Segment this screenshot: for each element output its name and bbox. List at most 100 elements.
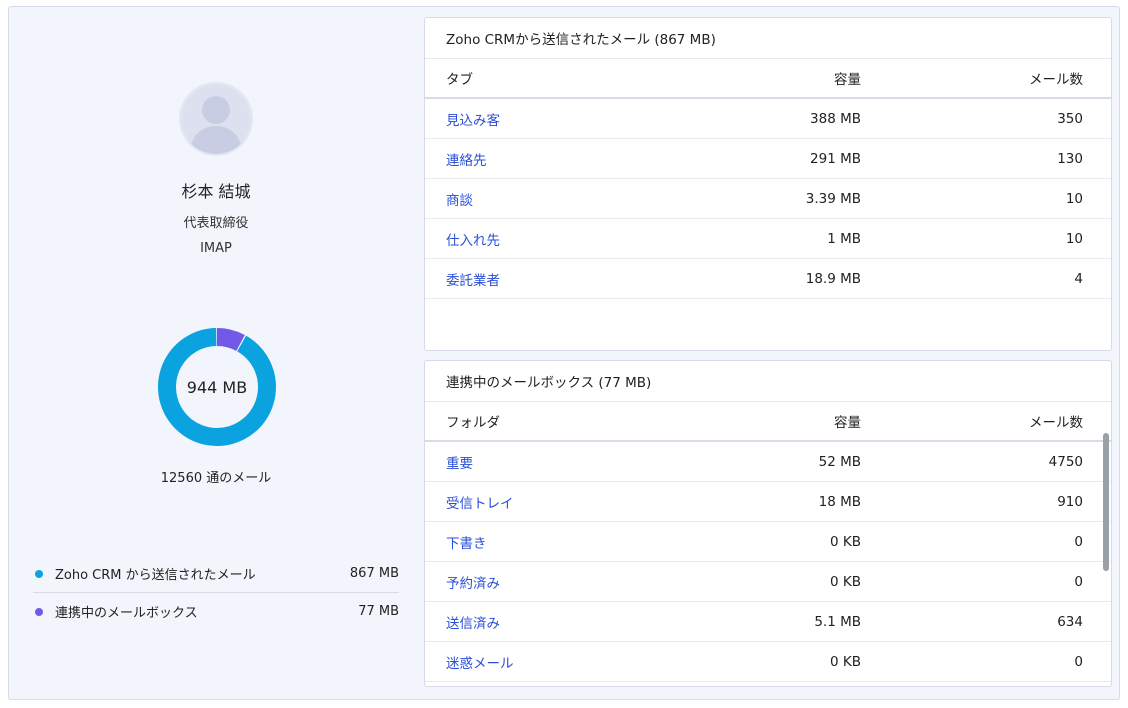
row-size: 291 MB	[810, 150, 861, 167]
user-summary: 杉本 結城 代表取締役 IMAP 944 MB 12560 通のメール Zoho…	[9, 7, 423, 701]
row-size-cell: 291 MB	[725, 151, 861, 167]
row-count-cell: 4	[861, 271, 1083, 287]
table-row: 迷惑メール 0 KB 0	[425, 642, 1111, 682]
legend-item-crm: Zoho CRM から送信されたメール 867 MB	[33, 555, 399, 592]
row-name-cell: 迷惑メール	[425, 652, 725, 672]
scrollbar[interactable]	[1103, 433, 1109, 571]
row-name-link[interactable]: 迷惑メール	[446, 656, 514, 672]
row-count-cell: 10	[861, 231, 1083, 247]
storage-legend: Zoho CRM から送信されたメール 867 MB 連携中のメールボックス 7…	[33, 555, 399, 630]
row-name-link[interactable]: 連絡先	[446, 153, 487, 169]
row-count: 10	[1065, 190, 1083, 207]
row-name-cell: 重要	[425, 452, 725, 472]
legend-value: 77 MB	[358, 604, 399, 619]
row-size-cell: 0 KB	[725, 654, 861, 670]
row-name-link[interactable]: 仕入れ先	[446, 233, 500, 249]
row-name-link[interactable]: 商談	[446, 193, 473, 209]
legend-label: 連携中のメールボックス	[55, 606, 198, 621]
row-name-link[interactable]: 送信済み	[446, 616, 500, 632]
row-name-cell: 見込み客	[425, 109, 725, 129]
crm-mail-title: Zoho CRMから送信されたメール (867 MB)	[425, 18, 1111, 59]
table-row: 連絡先 291 MB 130	[425, 139, 1111, 179]
row-size-cell: 1 MB	[725, 231, 861, 247]
mailbox-title: 連携中のメールボックス (77 MB)	[425, 361, 1111, 402]
table-row: 下書き 0 KB 0	[425, 522, 1111, 562]
row-name-cell: 商談	[425, 189, 725, 209]
total-mail-count: 12560 通のメール	[160, 471, 272, 486]
row-count-cell: 634	[861, 614, 1083, 630]
table-row: 重要 52 MB 4750	[425, 442, 1111, 482]
row-size-cell: 0 KB	[725, 534, 861, 550]
row-size-cell: 388 MB	[725, 111, 861, 127]
row-count: 0	[1074, 653, 1083, 670]
row-name-link[interactable]: 委託業者	[446, 273, 500, 289]
row-size: 5.1 MB	[814, 613, 861, 630]
storage-panel: 杉本 結城 代表取締役 IMAP 944 MB 12560 通のメール Zoho…	[8, 6, 1120, 700]
row-name-cell: 予約済み	[425, 572, 725, 592]
row-size: 3.39 MB	[805, 190, 861, 207]
user-avatar-icon	[181, 84, 251, 154]
row-count-cell: 350	[861, 111, 1083, 127]
column-header-folder: フォルダ	[446, 415, 500, 431]
legend-label: Zoho CRM から送信されたメール	[55, 568, 256, 583]
column-header-count: メール数	[1029, 72, 1083, 88]
column-header-tab: タブ	[446, 72, 473, 88]
crm-table-body: 見込み客 388 MB 350 連絡先 291 MB 130 商談 3.39 MB 10 仕入れ先…	[425, 99, 1111, 299]
legend-dot	[35, 607, 43, 616]
user-name: 杉本 結城	[181, 182, 251, 201]
mail-protocol: IMAP	[200, 241, 232, 256]
row-count-cell: 0	[861, 574, 1083, 590]
row-name-link[interactable]: 見込み客	[446, 113, 500, 129]
row-count-cell: 10	[861, 191, 1083, 207]
row-count-cell: 0	[861, 654, 1083, 670]
table-row: 予約済み 0 KB 0	[425, 562, 1111, 602]
row-size-cell: 18.9 MB	[725, 271, 861, 287]
column-header-count: メール数	[1029, 415, 1083, 431]
row-size-cell: 52 MB	[725, 454, 861, 470]
row-name-link[interactable]: 重要	[446, 456, 473, 472]
row-name-cell: 下書き	[425, 532, 725, 552]
row-count: 10	[1065, 230, 1083, 247]
user-role: 代表取締役	[183, 216, 249, 231]
mailbox-table-header: フォルダ 容量 メール数	[425, 402, 1111, 442]
crm-table-header: タブ 容量 メール数	[425, 59, 1111, 99]
row-size: 0 KB	[830, 573, 861, 590]
row-size: 0 KB	[830, 533, 861, 550]
row-size-cell: 0 KB	[725, 574, 861, 590]
legend-value: 867 MB	[349, 566, 399, 581]
mailbox-table-body: 重要 52 MB 4750 受信トレイ 18 MB 910 下書き 0 KB 0 予約済み 0 KB…	[425, 442, 1111, 682]
table-row: 送信済み 5.1 MB 634	[425, 602, 1111, 642]
mailbox-card: 連携中のメールボックス (77 MB) フォルダ 容量 メール数 重要 52 MB…	[424, 360, 1112, 687]
legend-dot	[35, 569, 43, 578]
row-count: 350	[1057, 110, 1083, 127]
row-size-cell: 5.1 MB	[725, 614, 861, 630]
row-name-link[interactable]: 下書き	[446, 536, 487, 552]
row-count-cell: 910	[861, 494, 1083, 510]
row-count-cell: 0	[861, 534, 1083, 550]
row-name-link[interactable]: 受信トレイ	[446, 496, 514, 512]
crm-mail-card: Zoho CRMから送信されたメール (867 MB) タブ 容量 メール数 見…	[424, 17, 1112, 351]
row-name-cell: 連絡先	[425, 149, 725, 169]
row-name-cell: 委託業者	[425, 269, 725, 289]
row-name-cell: 送信済み	[425, 612, 725, 632]
total-size: 944 MB	[186, 377, 248, 397]
column-header-size: 容量	[834, 72, 861, 88]
legend-item-mailbox: 連携中のメールボックス 77 MB	[33, 592, 399, 630]
row-count: 130	[1057, 150, 1083, 167]
row-size: 388 MB	[810, 110, 861, 127]
table-row: 仕入れ先 1 MB 10	[425, 219, 1111, 259]
row-size-cell: 3.39 MB	[725, 191, 861, 207]
row-size: 18 MB	[818, 493, 861, 510]
row-name-cell: 受信トレイ	[425, 492, 725, 512]
row-size: 0 KB	[830, 653, 861, 670]
row-count: 0	[1074, 573, 1083, 590]
row-size: 1 MB	[827, 230, 861, 247]
row-count: 634	[1057, 613, 1083, 630]
row-count-cell: 130	[861, 151, 1083, 167]
row-name-cell: 仕入れ先	[425, 229, 725, 249]
table-row: 受信トレイ 18 MB 910	[425, 482, 1111, 522]
row-size-cell: 18 MB	[725, 494, 861, 510]
row-name-link[interactable]: 予約済み	[446, 576, 500, 592]
row-count: 4	[1074, 270, 1083, 287]
row-count: 910	[1057, 493, 1083, 510]
